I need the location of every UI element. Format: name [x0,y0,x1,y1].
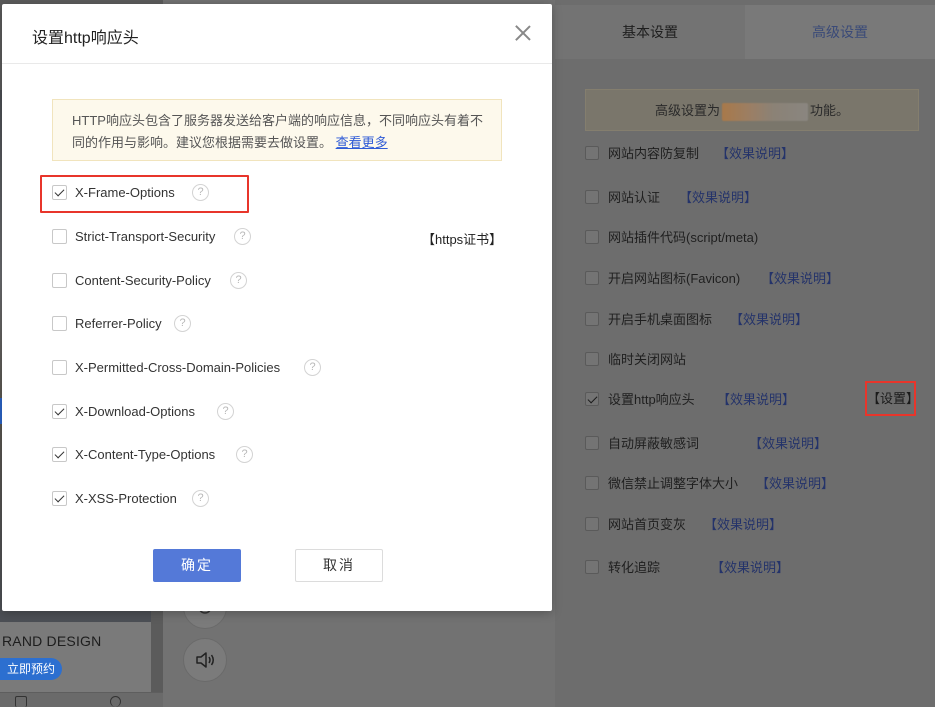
learn-more-link[interactable]: 查看更多 [336,135,388,150]
advanced-option-label: 临时关闭网站 [608,352,687,367]
highlight-box [40,175,249,213]
cancel-button[interactable]: 取消 [295,549,383,582]
advanced-option-checkbox[interactable] [585,230,599,244]
advanced-notice: 高级设置为 功能。 [585,89,919,131]
confirm-button[interactable]: 确定 [153,549,241,582]
advanced-option-label: 开启网站图标(Favicon) [608,271,741,286]
header-option-label: Referrer-Policy [75,316,162,331]
dialog-header: 设置http响应头 [2,4,552,64]
help-icon[interactable]: ? [192,490,209,507]
header-option-checkbox[interactable] [52,447,67,462]
header-option-label: Content-Security-Policy [75,273,211,288]
advanced-option-checkbox[interactable] [585,476,599,490]
help-icon[interactable]: ? [217,403,234,420]
advanced-notice-prefix: 高级设置为 [654,103,720,118]
header-option-checkbox[interactable] [52,273,67,288]
advanced-option-checkbox[interactable] [585,560,599,574]
advanced-option-row: 网站认证 【效果说明】 [585,189,855,207]
advanced-option-label: 设置http响应头 [608,392,695,407]
help-icon[interactable]: ? [234,228,251,245]
advanced-option-label: 自动屏蔽敏感词 [608,436,700,451]
header-option-label: X-Download-Options [75,404,195,419]
effect-description-link[interactable]: 【效果说明】 [716,145,794,163]
header-option-row: Referrer-Policy? [52,314,472,334]
info-text: HTTP响应头包含了服务器发送给客户端的响应信息，不同响应头有着不同的作用与影响… [72,113,483,150]
header-option-checkbox[interactable] [52,360,67,375]
advanced-option-label: 网站内容防复制 [608,146,700,161]
header-option-row: Strict-Transport-Security? [52,227,472,247]
preview-brand-text: RAND DESIGN [2,633,102,649]
advanced-option-row: 网站内容防复制 【效果说明】 [585,145,855,163]
header-option-row: X-Content-Type-Options? [52,445,472,465]
advanced-option-row: 临时关闭网站 [585,351,855,369]
effect-description-link[interactable]: 【效果说明】 [704,516,782,534]
help-icon[interactable]: ? [304,359,321,376]
advanced-option-row: 开启手机桌面图标 【效果说明】 [585,311,855,329]
advanced-option-checkbox[interactable] [585,352,599,366]
effect-description-link[interactable]: 【效果说明】 [756,475,834,493]
close-icon[interactable] [512,22,534,44]
http-headers-dialog: 设置http响应头 HTTP响应头包含了服务器发送给客户端的响应信息，不同响应头… [2,4,552,611]
help-icon[interactable]: ? [230,272,247,289]
effect-description-link[interactable]: 【效果说明】 [761,270,839,288]
advanced-option-checkbox[interactable] [585,436,599,450]
book-icon [15,696,27,707]
header-option-row: X-Permitted-Cross-Domain-Policies? [52,358,472,378]
header-option-row: X-Download-Options? [52,402,472,422]
effect-description-link[interactable]: 【效果说明】 [679,189,757,207]
advanced-option-label: 开启手机桌面图标 [608,312,713,327]
advanced-option-row: 开启网站图标(Favicon) 【效果说明】 [585,270,855,288]
set-http-headers-button[interactable]: 【设置】 [865,381,919,416]
advanced-option-checkbox[interactable] [585,190,599,204]
tab-advanced-settings[interactable]: 高级设置 [745,5,935,59]
header-option-checkbox[interactable] [52,404,67,419]
effect-description-link[interactable]: 【效果说明】 [730,311,808,329]
advanced-option-row: 转化追踪 【效果说明】 [585,559,855,577]
header-option-label: X-Permitted-Cross-Domain-Policies [75,360,281,375]
speaker-icon [196,652,214,668]
advanced-option-row: 自动屏蔽敏感词 【效果说明】 [585,435,855,453]
dialog-title: 设置http响应头 [32,30,139,47]
advanced-option-row: 设置http响应头 【效果说明】 [585,391,855,409]
header-option-checkbox[interactable] [52,316,67,331]
header-option-row: Content-Security-Policy? [52,271,472,291]
header-option-label: X-XSS-Protection [75,491,177,506]
header-option-label: Strict-Transport-Security [75,229,216,244]
effect-description-link[interactable]: 【效果说明】 [711,559,789,577]
header-option-label: X-Content-Type-Options [75,447,216,462]
blurred-text [722,102,808,121]
advanced-notice-suffix: 功能。 [810,103,850,118]
https-certificate-link[interactable]: 【https证书】 [422,229,502,248]
advanced-option-checkbox[interactable] [585,392,599,406]
advanced-option-checkbox[interactable] [585,517,599,531]
advanced-option-label: 微信禁止调整字体大小 [608,476,739,491]
book-now-button[interactable]: 立即预约 [0,658,62,680]
advanced-option-label: 网站认证 [608,190,661,205]
effect-description-link[interactable]: 【效果说明】 [717,391,795,409]
help-icon[interactable]: ? [174,315,191,332]
advanced-option-label: 网站插件代码(script/meta) [608,230,759,245]
user-icon [110,696,121,707]
advanced-option-checkbox[interactable] [585,146,599,160]
effect-description-link[interactable]: 【效果说明】 [749,435,827,453]
advanced-option-label: 转化追踪 [608,560,661,575]
header-option-checkbox[interactable] [52,491,67,506]
sound-button[interactable] [183,638,227,682]
advanced-option-checkbox[interactable] [585,271,599,285]
header-option-checkbox[interactable] [52,229,67,244]
help-icon[interactable]: ? [236,446,253,463]
advanced-option-row: 网站首页变灰 【效果说明】 [585,516,855,534]
advanced-option-row: 微信禁止调整字体大小 【效果说明】 [585,475,855,493]
advanced-option-row: 网站插件代码(script/meta) [585,229,855,247]
advanced-option-label: 网站首页变灰 [608,517,687,532]
advanced-option-checkbox[interactable] [585,312,599,326]
header-option-row: X-XSS-Protection? [52,489,472,509]
info-notice: HTTP响应头包含了服务器发送给客户端的响应信息，不同响应头有着不同的作用与影响… [52,99,502,161]
tab-basic-settings[interactable]: 基本设置 [555,5,745,59]
